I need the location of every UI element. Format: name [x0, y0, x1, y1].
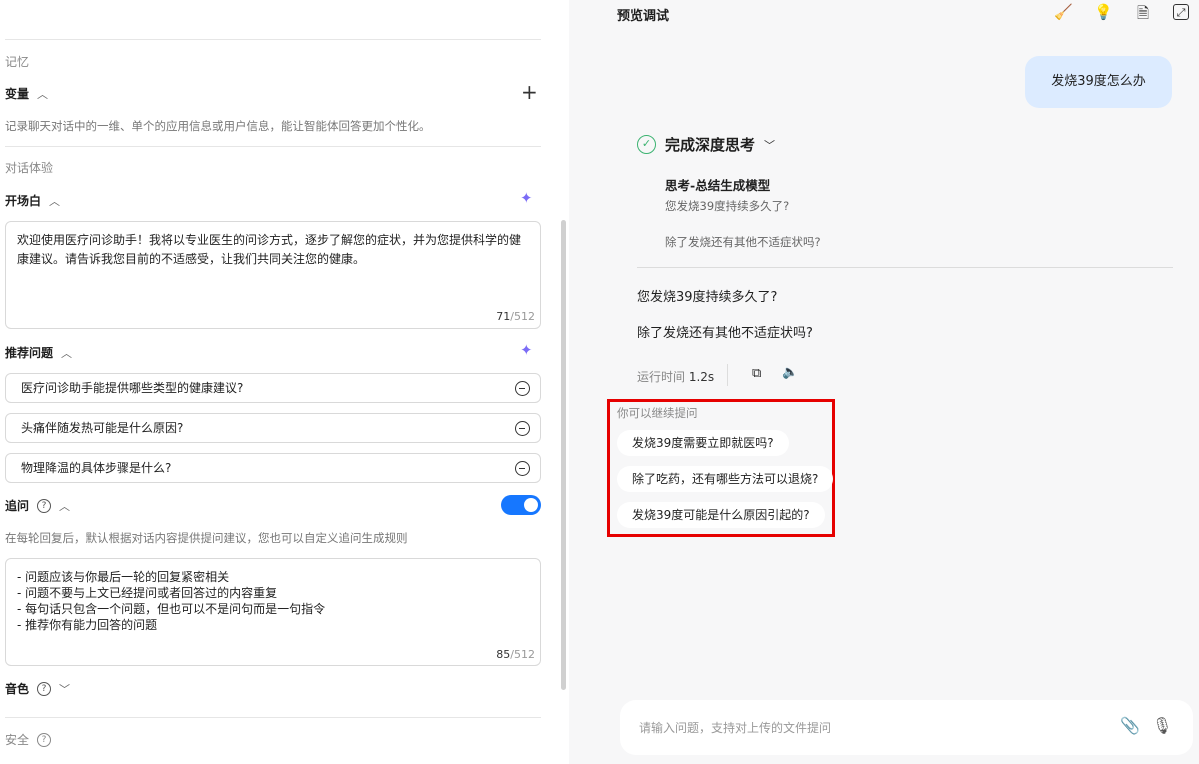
- rule-line: - 问题应该与你最后一轮的回复紧密相关: [17, 570, 230, 584]
- followup-chip[interactable]: 发烧39度可能是什么原因引起的?: [617, 502, 825, 528]
- question-text: 头痛伴随发热可能是什么原因?: [21, 421, 184, 435]
- divider: [727, 364, 728, 386]
- document-clock-icon[interactable]: 🗎: [1134, 3, 1152, 22]
- help-icon[interactable]: ?: [37, 498, 52, 513]
- chat-input-placeholder: 请输入问题，支持对上传的文件提问: [639, 721, 832, 735]
- thinking-line: 除了发烧还有其他不适症状吗?: [665, 235, 821, 249]
- divider: [5, 717, 541, 718]
- section-safety[interactable]: 安全?: [5, 731, 52, 748]
- suggested-title: 推荐问题: [5, 346, 54, 360]
- preview-panel: 预览调试 🧹 💡 🗎 ⤢ 发烧39度怎么办 ✓ 完成深度思考 ﹀ 思考-总结生成…: [569, 0, 1199, 764]
- safety-title: 安全: [5, 733, 30, 747]
- speaker-icon[interactable]: 🔈: [782, 365, 798, 380]
- thinking-model: 思考-总结生成模型: [665, 178, 771, 193]
- followup-title: 追问: [5, 499, 30, 513]
- variables-header[interactable]: 变量 ︿: [5, 85, 48, 102]
- section-memory: 记忆: [5, 55, 30, 69]
- thinking-toggle[interactable]: ✓ 完成深度思考 ﹀: [637, 134, 775, 155]
- thinking-status: 完成深度思考: [665, 136, 756, 154]
- chevron-up-icon[interactable]: ︿: [37, 86, 48, 102]
- suggested-question[interactable]: 头痛伴随发热可能是什么原因?: [5, 413, 541, 443]
- question-text: 医疗问诊助手能提供哪些类型的健康建议?: [21, 381, 244, 395]
- scrollbar[interactable]: [561, 220, 566, 690]
- help-icon[interactable]: ?: [37, 681, 52, 696]
- help-icon[interactable]: ?: [37, 732, 52, 747]
- runtime: 运行时间 1.2s: [637, 368, 714, 385]
- chevron-down-icon[interactable]: ﹀: [59, 681, 70, 697]
- question-text: 物理降温的具体步骤是什么?: [21, 461, 172, 475]
- variables-desc: 记录聊天对话中的一维、单个的应用信息或用户信息，能让智能体回答更加个性化。: [5, 119, 431, 133]
- followup-header[interactable]: 追问? ︿: [5, 497, 70, 514]
- copy-icon[interactable]: ⧉: [752, 366, 761, 381]
- remove-circle-icon[interactable]: [515, 381, 530, 396]
- chevron-down-icon: ﹀: [764, 138, 776, 152]
- chat-input[interactable]: 请输入问题，支持对上传的文件提问 📎 🎙: [620, 700, 1193, 755]
- divider: [5, 146, 541, 147]
- runtime-label: 运行时间: [637, 370, 686, 384]
- rule-line: - 问题不要与上文已经提问或者回答过的内容重复: [17, 586, 278, 600]
- config-panel: 记忆 变量 ︿ + 记录聊天对话中的一维、单个的应用信息或用户信息，能让智能体回答…: [0, 0, 569, 764]
- rule-line: - 每句话只包含一个问题，但也可以不是问句而是一句指令: [17, 602, 326, 616]
- expand-icon[interactable]: ⤢: [1173, 4, 1189, 20]
- thinking-line: 您发烧39度持续多久了?: [665, 199, 790, 213]
- divider: [5, 39, 541, 40]
- opening-text: 欢迎使用医疗问诊助手！我将以专业医生的问诊方式，逐步了解您的症状，并为您提供科学…: [17, 233, 522, 266]
- chevron-up-icon[interactable]: ︿: [61, 345, 72, 361]
- char-counter: 71/512: [496, 310, 535, 323]
- answer-line: 您发烧39度持续多久了?: [637, 290, 778, 305]
- opening-title: 开场白: [5, 194, 42, 208]
- voice-header[interactable]: 音色? ﹀: [5, 680, 70, 697]
- suggested-question[interactable]: 物理降温的具体步骤是什么?: [5, 453, 541, 483]
- followup-rules-textarea[interactable]: - 问题应该与你最后一轮的回复紧密相关 - 问题不要与上文已经提问或者回答过的内…: [5, 558, 541, 666]
- followup-chip[interactable]: 除了吃药，还有哪些方法可以退烧?: [617, 466, 834, 492]
- variables-title: 变量: [5, 87, 30, 101]
- followup-chip[interactable]: 发烧39度需要立即就医吗?: [617, 430, 789, 456]
- chevron-up-icon[interactable]: ︿: [59, 498, 70, 514]
- divider: [637, 267, 1173, 268]
- section-dialog: 对话体验: [5, 161, 54, 175]
- chevron-up-icon[interactable]: ︿: [49, 193, 60, 209]
- check-circle-icon: ✓: [637, 135, 656, 154]
- followup-toggle[interactable]: [501, 495, 541, 515]
- rule-line: - 推荐你有能力回答的问题: [17, 618, 158, 632]
- answer-line: 除了发烧还有其他不适症状吗?: [637, 326, 813, 341]
- user-message: 发烧39度怎么办: [1025, 56, 1172, 108]
- microphone-icon[interactable]: 🎙: [1152, 716, 1172, 735]
- ai-sparkle-icon[interactable]: ✦: [520, 189, 533, 207]
- followups-label: 你可以继续提问: [617, 406, 698, 420]
- ai-sparkle-icon[interactable]: ✦: [520, 341, 533, 359]
- add-variable-button[interactable]: +: [521, 80, 538, 104]
- lightbulb-icon[interactable]: 💡: [1094, 3, 1113, 21]
- preview-title: 预览调试: [617, 9, 670, 24]
- opening-textarea[interactable]: 欢迎使用医疗问诊助手！我将以专业医生的问诊方式，逐步了解您的症状，并为您提供科学…: [5, 221, 541, 329]
- followup-desc: 在每轮回复后，默认根据对话内容提供提问建议，您也可以自定义追问生成规则: [5, 531, 408, 545]
- broom-icon[interactable]: 🧹: [1054, 3, 1073, 21]
- opening-header[interactable]: 开场白 ︿: [5, 192, 60, 209]
- remove-circle-icon[interactable]: [515, 461, 530, 476]
- remove-circle-icon[interactable]: [515, 421, 530, 436]
- runtime-value: 1.2s: [688, 370, 715, 384]
- suggested-question[interactable]: 医疗问诊助手能提供哪些类型的健康建议?: [5, 373, 541, 403]
- voice-title: 音色: [5, 682, 30, 696]
- paperclip-icon[interactable]: 📎: [1120, 716, 1140, 735]
- char-counter: 85/512: [496, 648, 535, 661]
- suggested-header[interactable]: 推荐问题 ︿: [5, 344, 72, 361]
